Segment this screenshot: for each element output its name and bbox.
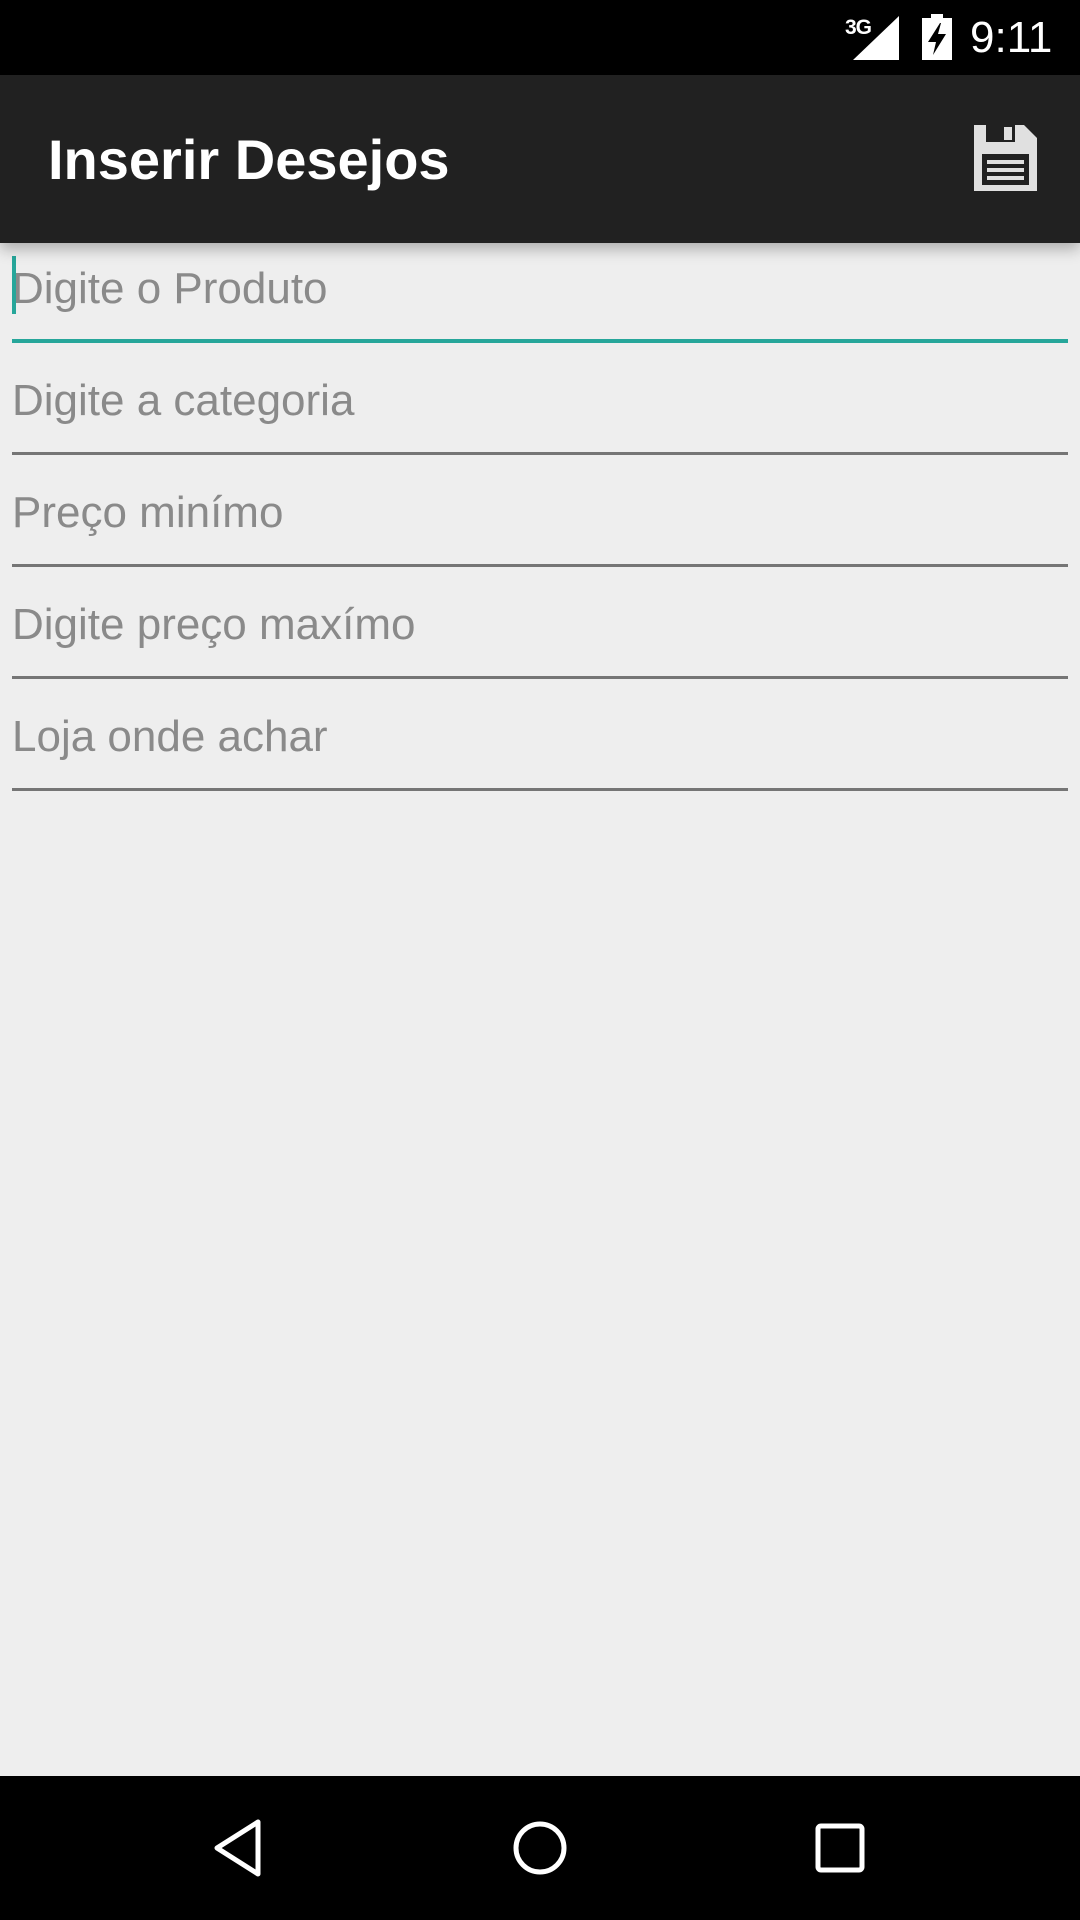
recent-apps-icon (815, 1823, 865, 1873)
category-input[interactable] (12, 369, 1068, 433)
back-button[interactable] (208, 1816, 272, 1880)
back-icon (214, 1819, 261, 1877)
clock: 9:11 (970, 13, 1053, 62)
recent-apps-button[interactable] (808, 1816, 872, 1880)
signal-icon (853, 16, 899, 60)
store-input-underline (12, 788, 1068, 791)
store-field-container (12, 691, 1068, 803)
text-cursor (12, 256, 16, 314)
home-button[interactable] (508, 1816, 572, 1880)
wish-form (12, 243, 1068, 803)
category-input-underline (12, 452, 1068, 455)
max-price-input[interactable] (12, 593, 1068, 657)
min-price-input-underline (12, 564, 1068, 567)
max-price-input-underline (12, 676, 1068, 679)
battery-charging-icon (922, 14, 952, 60)
min-price-field-container (12, 467, 1068, 579)
max-price-field-container (12, 579, 1068, 691)
product-field-container (12, 243, 1068, 355)
category-field-container (12, 355, 1068, 467)
status-bar: 3G 9:11 (0, 0, 1080, 75)
app-bar: Inserir Desejos (0, 75, 1080, 243)
home-icon (513, 1821, 567, 1875)
min-price-input[interactable] (12, 481, 1068, 545)
store-input[interactable] (12, 705, 1068, 769)
product-input[interactable] (12, 257, 1068, 321)
page-title: Inserir Desejos (48, 128, 450, 191)
navigation-bar (0, 1776, 1080, 1920)
product-input-underline (12, 339, 1068, 343)
save-icon (974, 125, 1037, 191)
save-button[interactable] (968, 122, 1040, 194)
